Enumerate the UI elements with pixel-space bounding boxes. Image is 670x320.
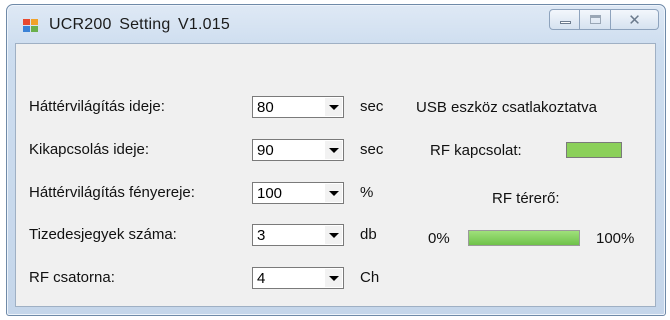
rf-channel-select[interactable]: 4 [252,267,344,289]
backlight-brightness-select[interactable]: 100 [252,182,344,204]
usb-status-text: USB eszköz csatlakoztatva [416,99,597,116]
rf-channel-label: RF csatorna: [29,269,115,286]
close-icon: ✕ [628,11,641,29]
poweroff-time-label: Kikapcsolás ideje: [29,141,150,158]
rf-strength-fill [469,231,579,245]
backlight-time-unit: sec [360,98,384,115]
backlight-brightness-value: 100 [257,185,283,202]
backlight-brightness-unit: % [360,184,374,201]
backlight-time-label: Háttérvilágítás ideje: [29,98,165,115]
title-bar[interactable]: UCR200 Setting V1.015 ✕ [7,5,665,45]
dropdown-arrow-icon[interactable] [325,98,342,116]
minimize-button[interactable] [549,9,580,30]
settings-panel: Háttérvilágítás ideje: 80 sec Kikapcsolá… [15,43,656,307]
backlight-time-select[interactable]: 80 [252,96,344,118]
rf-strength-max-label: 100% [596,230,635,247]
decimal-places-select[interactable]: 3 [252,224,344,246]
dropdown-arrow-icon[interactable] [325,141,342,159]
decimal-places-unit: db [360,226,377,243]
minimize-icon [560,21,571,24]
caption-buttons: ✕ [549,9,659,31]
maximize-icon [590,15,601,24]
rf-strength-min-label: 0% [428,230,450,247]
poweroff-time-select[interactable]: 90 [252,139,344,161]
app-icon [23,19,40,34]
dropdown-arrow-icon[interactable] [325,269,342,287]
dropdown-arrow-icon[interactable] [325,184,342,202]
poweroff-time-value: 90 [257,142,274,159]
backlight-brightness-label: Háttérvilágítás fényereje: [29,184,195,201]
backlight-time-value: 80 [257,99,274,116]
dropdown-arrow-icon[interactable] [325,226,342,244]
rf-channel-value: 4 [257,270,266,287]
close-button[interactable]: ✕ [611,9,659,30]
decimal-places-label: Tizedesjegyek száma: [29,226,177,243]
rf-connection-indicator [566,142,622,158]
poweroff-time-unit: sec [360,141,384,158]
decimal-places-value: 3 [257,227,266,244]
settings-window: UCR200 Setting V1.015 ✕ Háttérvilágítás … [6,4,666,316]
maximize-button[interactable] [580,9,611,30]
rf-connection-label: RF kapcsolat: [430,142,522,159]
rf-strength-label: RF térerő: [492,190,560,207]
rf-channel-unit: Ch [360,269,380,286]
rf-strength-bar [468,230,580,246]
window-title: UCR200 Setting V1.015 [49,16,230,33]
